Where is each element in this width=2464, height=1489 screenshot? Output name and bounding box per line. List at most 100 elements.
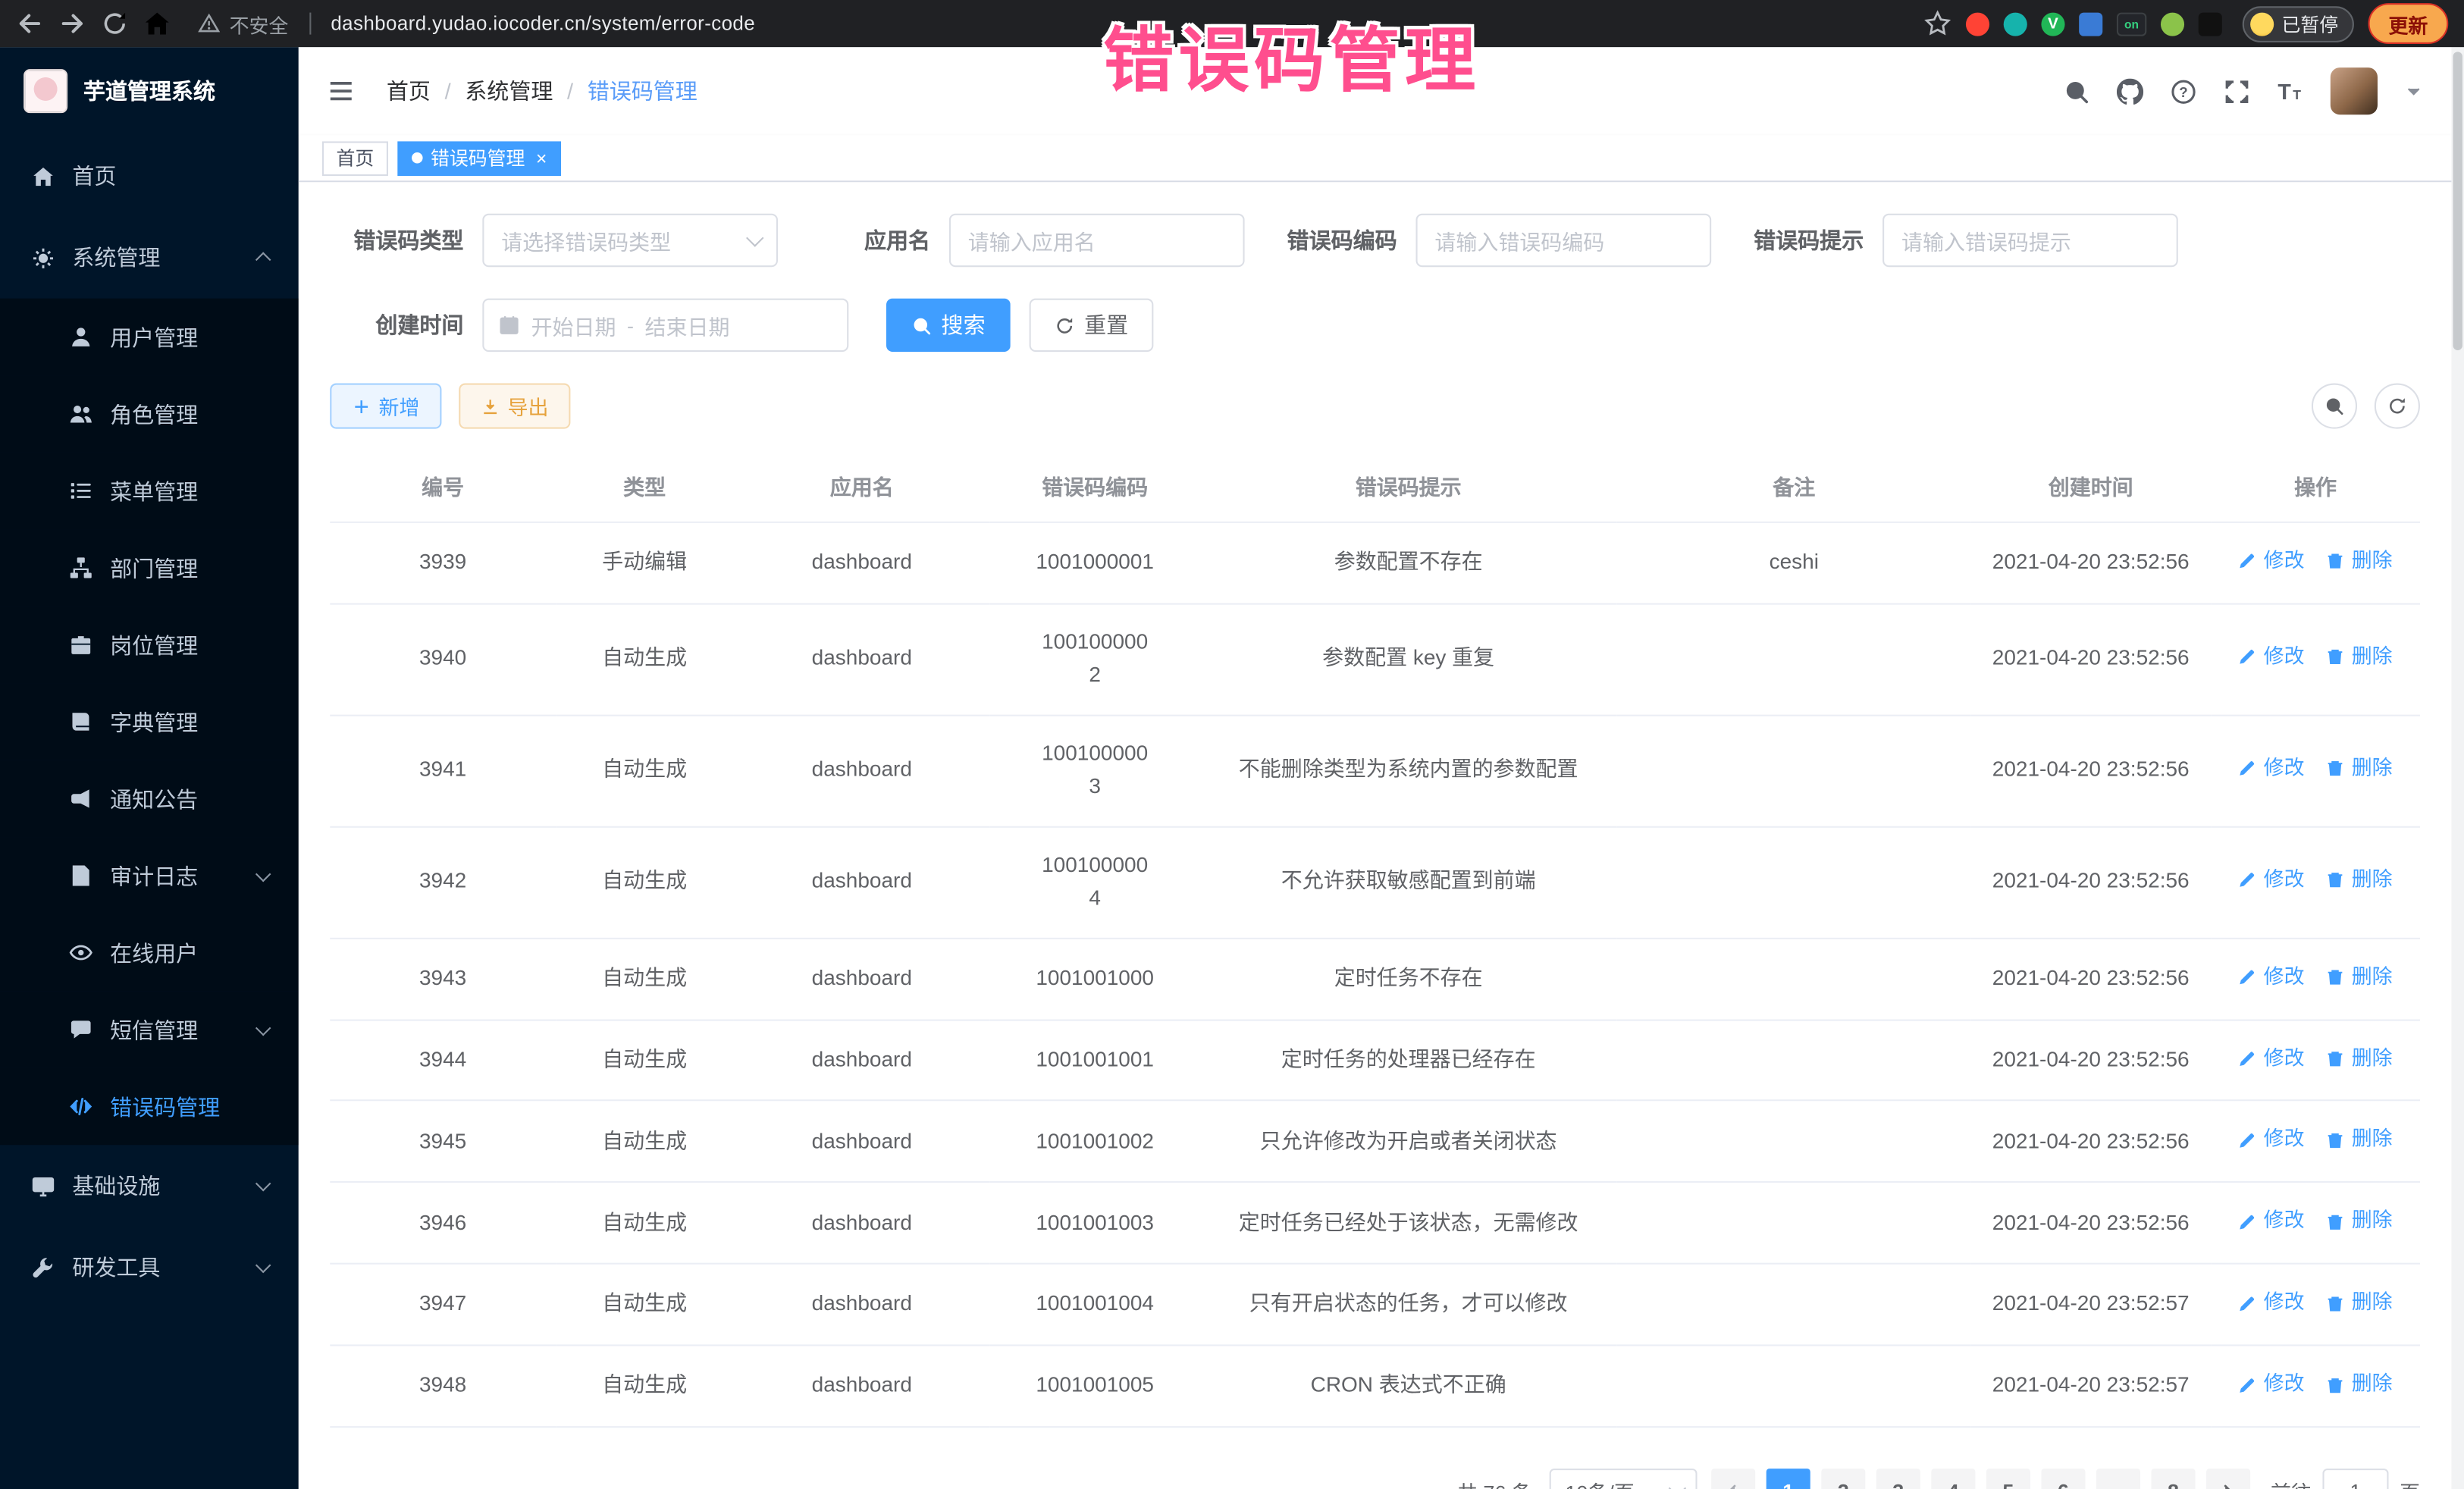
add-button[interactable]: 新增 bbox=[330, 384, 441, 429]
logo-row[interactable]: 芋道管理系统 bbox=[0, 47, 299, 135]
sidebar-item-8[interactable]: 通知公告 bbox=[0, 760, 299, 838]
page-button-4[interactable]: 4 bbox=[1931, 1469, 1975, 1489]
error-hint-input[interactable]: 请输入错误码提示 bbox=[1882, 214, 2178, 267]
browser-update-button[interactable]: 更新 bbox=[2368, 3, 2449, 44]
page-button-2[interactable]: 2 bbox=[1821, 1469, 1865, 1489]
sidebar-item-11[interactable]: 短信管理 bbox=[0, 991, 299, 1068]
cell-remark bbox=[1617, 1346, 1970, 1428]
help-icon[interactable]: ? bbox=[2170, 78, 2196, 105]
delete-link[interactable]: 删除 bbox=[2327, 864, 2393, 896]
page-size-select[interactable]: 10条/页 bbox=[1550, 1469, 1698, 1489]
breadcrumb-separator: / bbox=[567, 79, 573, 104]
cell-operations: 修改删除 bbox=[2211, 826, 2420, 938]
security-chip[interactable]: 不安全 bbox=[198, 8, 288, 38]
extension-icon-6[interactable] bbox=[2161, 12, 2184, 36]
fullscreen-icon[interactable] bbox=[2224, 78, 2250, 105]
extension-icon-5[interactable]: on bbox=[2117, 12, 2146, 36]
app-name-input[interactable]: 请输入应用名 bbox=[949, 214, 1245, 267]
extension-icon-2[interactable] bbox=[2004, 12, 2027, 36]
reload-icon[interactable] bbox=[101, 9, 129, 37]
page-button-3[interactable]: 3 bbox=[1876, 1469, 1920, 1489]
search-icon[interactable] bbox=[2063, 78, 2089, 105]
sidebar-item-7[interactable]: 字典管理 bbox=[0, 683, 299, 760]
delete-link[interactable]: 删除 bbox=[2327, 1368, 2393, 1400]
edit-link[interactable]: 修改 bbox=[2238, 641, 2304, 673]
hamburger-icon[interactable] bbox=[327, 77, 355, 105]
sidebar-item-2[interactable]: 用户管理 bbox=[0, 299, 299, 376]
sidebar-item-12[interactable]: 错误码管理 bbox=[0, 1068, 299, 1146]
sidebar-item-5[interactable]: 部门管理 bbox=[0, 529, 299, 607]
delete-link[interactable]: 删除 bbox=[2327, 961, 2393, 992]
search-button[interactable]: 搜索 bbox=[886, 299, 1011, 352]
edit-link[interactable]: 修改 bbox=[2238, 545, 2304, 577]
sidebar-item-6[interactable]: 岗位管理 bbox=[0, 607, 299, 684]
prev-page-button[interactable] bbox=[1711, 1469, 1755, 1489]
sidebar-item-4[interactable]: 菜单管理 bbox=[0, 453, 299, 530]
edit-link[interactable]: 修改 bbox=[2238, 961, 2304, 992]
sidebar-item-0[interactable]: 首页 bbox=[0, 135, 299, 217]
extension-icon-4[interactable] bbox=[2079, 12, 2102, 36]
reset-button[interactable]: 重置 bbox=[1030, 299, 1154, 352]
bookmark-star-icon[interactable] bbox=[1923, 9, 1951, 37]
refresh-table-button[interactable] bbox=[2375, 384, 2420, 429]
chevron-down-icon[interactable] bbox=[2404, 82, 2423, 101]
delete-link[interactable]: 删除 bbox=[2327, 641, 2393, 673]
page-button-6[interactable]: 6 bbox=[2041, 1469, 2085, 1489]
extension-icon-7[interactable] bbox=[2199, 12, 2222, 36]
goto-page-input[interactable]: 1 bbox=[2322, 1469, 2388, 1489]
toggle-search-button[interactable] bbox=[2312, 384, 2357, 429]
sidebar-item-3[interactable]: 角色管理 bbox=[0, 375, 299, 453]
back-icon[interactable] bbox=[16, 9, 44, 37]
cell-hint: 只允许修改为开启或者关闭状态 bbox=[1199, 1101, 1617, 1183]
breadcrumb-item-0[interactable]: 首页 bbox=[387, 75, 431, 106]
sidebar-item-1[interactable]: 系统管理 bbox=[0, 217, 299, 299]
edit-link[interactable]: 修改 bbox=[2238, 1205, 2304, 1237]
extension-icon-1[interactable] bbox=[1966, 12, 1989, 36]
delete-link[interactable]: 删除 bbox=[2327, 753, 2393, 785]
edit-link[interactable]: 修改 bbox=[2238, 1368, 2304, 1400]
cell-time: 2021-04-20 23:52:57 bbox=[1970, 1265, 2211, 1346]
extension-icon-3[interactable]: V bbox=[2041, 12, 2064, 36]
cell-time: 2021-04-20 23:52:56 bbox=[1970, 938, 2211, 1020]
sidebar-item-10[interactable]: 在线用户 bbox=[0, 914, 299, 992]
edit-link[interactable]: 修改 bbox=[2238, 753, 2304, 785]
profile-paused-badge[interactable]: 已暂停 bbox=[2243, 5, 2354, 42]
scrollbar[interactable] bbox=[2451, 47, 2464, 1489]
more-pages-button[interactable]: ··· bbox=[2096, 1469, 2140, 1489]
edit-link[interactable]: 修改 bbox=[2238, 1042, 2304, 1074]
next-page-button[interactable] bbox=[2206, 1469, 2250, 1489]
tab-1[interactable]: 错误码管理 × bbox=[397, 140, 561, 175]
delete-link[interactable]: 删除 bbox=[2327, 1287, 2393, 1319]
delete-link[interactable]: 删除 bbox=[2327, 1042, 2393, 1074]
delete-link[interactable]: 删除 bbox=[2327, 1124, 2393, 1155]
sidebar-item-14[interactable]: 研发工具 bbox=[0, 1227, 299, 1309]
page-button-8[interactable]: 8 bbox=[2151, 1469, 2195, 1489]
browser-home-icon[interactable] bbox=[143, 9, 171, 37]
cell-code: 1001001002 bbox=[990, 1101, 1199, 1183]
github-icon[interactable] bbox=[2117, 78, 2143, 105]
edit-link[interactable]: 修改 bbox=[2238, 864, 2304, 896]
url-text[interactable]: dashboard.yudao.iocoder.cn/system/error-… bbox=[331, 13, 755, 35]
cell-operations: 修改删除 bbox=[2211, 604, 2420, 716]
edit-link[interactable]: 修改 bbox=[2238, 1287, 2304, 1319]
page-button-5[interactable]: 5 bbox=[1986, 1469, 2030, 1489]
sidebar-item-label: 菜单管理 bbox=[110, 475, 198, 506]
error-code-input[interactable]: 请输入错误码编码 bbox=[1416, 214, 1712, 267]
breadcrumb-item-1[interactable]: 系统管理 bbox=[465, 75, 553, 106]
edit-link[interactable]: 修改 bbox=[2238, 1124, 2304, 1155]
close-icon[interactable]: × bbox=[536, 149, 547, 168]
error-type-select[interactable]: 请选择错误码类型 bbox=[482, 214, 778, 267]
breadcrumb-item-2[interactable]: 错误码管理 bbox=[588, 75, 698, 106]
delete-link[interactable]: 删除 bbox=[2327, 1205, 2393, 1237]
sidebar-item-9[interactable]: 审计日志 bbox=[0, 837, 299, 914]
forward-icon[interactable] bbox=[58, 9, 86, 37]
delete-link[interactable]: 删除 bbox=[2327, 545, 2393, 577]
create-time-range[interactable]: 开始日期 - 结束日期 bbox=[482, 299, 848, 352]
scrollbar-thumb[interactable] bbox=[2453, 52, 2462, 350]
sidebar-item-13[interactable]: 基础设施 bbox=[0, 1145, 299, 1227]
user-avatar[interactable] bbox=[2331, 67, 2378, 114]
page-button-1[interactable]: 1 bbox=[1766, 1469, 1810, 1489]
font-size-icon[interactable]: TT bbox=[2277, 78, 2303, 105]
export-button[interactable]: 导出 bbox=[459, 384, 570, 429]
tab-0[interactable]: 首页 bbox=[322, 140, 388, 175]
